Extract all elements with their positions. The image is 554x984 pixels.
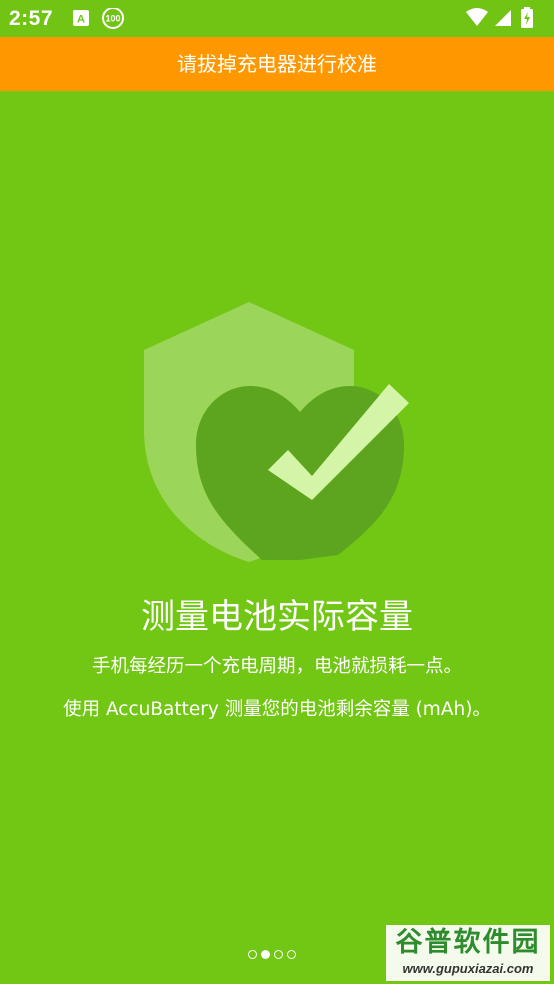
- status-left-icons: A 100: [73, 8, 124, 29]
- page-dot-4[interactable]: [287, 949, 296, 959]
- status-bar: 2:57 A 100: [0, 0, 554, 37]
- battery-health-illustration: [144, 302, 409, 562]
- onboarding-title: 测量电池实际容量: [141, 597, 413, 637]
- page-dot-2-active[interactable]: [261, 949, 270, 959]
- notification-badge-text: 100: [105, 14, 120, 24]
- a-letter-icon: A: [73, 10, 89, 26]
- banner-text: 请拔掉充电器进行校准: [177, 52, 377, 76]
- onboarding-description-line-2: 使用 AccuBattery 测量您的电池剩余容量 (mAh)。: [63, 699, 491, 720]
- watermark-title: 谷普软件园: [395, 927, 541, 958]
- wifi-icon: [466, 8, 488, 26]
- battery-100-notification-icon: 100: [102, 8, 124, 29]
- signal-icon: [495, 10, 511, 26]
- site-watermark: 谷普软件园 www.gupuxiazai.com: [386, 925, 550, 981]
- battery-charging-icon: [521, 7, 533, 28]
- page-dot-1[interactable]: [248, 949, 257, 959]
- page-dot-3[interactable]: [274, 949, 283, 959]
- status-time: 2:57: [9, 7, 54, 30]
- onboarding-description-line-1: 手机每经历一个充电周期，电池就损耗一点。: [91, 656, 462, 677]
- unplug-charger-banner: 请拔掉充电器进行校准: [0, 37, 554, 91]
- page-indicator[interactable]: [248, 947, 296, 961]
- svg-text:A: A: [77, 14, 85, 26]
- status-right-icons: [466, 7, 533, 28]
- watermark-url: www.gupuxiazai.com: [402, 961, 534, 976]
